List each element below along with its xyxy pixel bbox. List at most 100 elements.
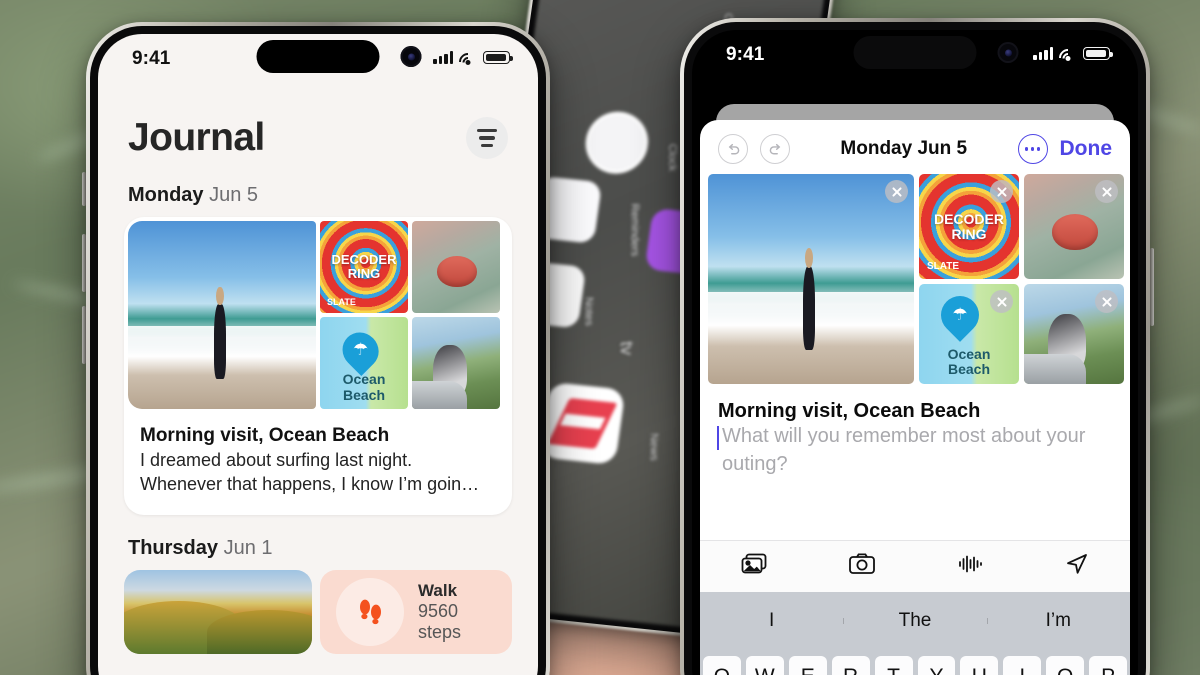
entry-text-editor[interactable]: Morning visit, Ocean Beach What will you… <box>700 384 1130 478</box>
entry-photo-grid: DECODER RING SLATE ☂ Ocean Beach <box>124 217 512 413</box>
decoder-ring-podcast-art[interactable]: DECODER RING SLATE <box>320 221 408 313</box>
front-camera <box>400 46 422 67</box>
entry-title[interactable]: Morning visit, Ocean Beach <box>718 400 1112 423</box>
key-p[interactable]: P <box>1089 656 1128 675</box>
podcast-title-line2: RING <box>347 266 381 281</box>
redo-icon[interactable] <box>760 134 790 164</box>
scallop-shell-photo[interactable] <box>1024 174 1124 279</box>
close-icon[interactable] <box>885 180 908 203</box>
podcast-title-line2: RING <box>951 225 987 242</box>
right-phone: 9:41 Monday Jun 5 Done DECODER RING SLAT… <box>680 18 1154 675</box>
suggestion-chip[interactable]: The <box>843 610 986 632</box>
screenshot-stage: Clock Reminders Notes tv News Mail Camer… <box>0 0 1200 675</box>
key-i[interactable]: I <box>1003 656 1042 675</box>
entry-title: Morning visit, Ocean Beach <box>140 425 390 446</box>
close-icon[interactable] <box>1095 290 1118 313</box>
journal-editor-screen: 9:41 Monday Jun 5 Done DECODER RING SLAT… <box>692 30 1138 675</box>
cellular-bars-icon <box>433 51 453 64</box>
section-date: Jun 5 <box>209 184 259 206</box>
location-button[interactable] <box>1064 552 1090 581</box>
section-day: Monday <box>128 184 204 206</box>
battery-icon <box>1083 47 1113 60</box>
dog-in-car-photo[interactable] <box>1024 284 1124 384</box>
text-caret <box>717 426 720 450</box>
app-label: News <box>647 433 660 461</box>
filter-icon[interactable] <box>466 117 508 159</box>
dynamic-island <box>853 36 1019 69</box>
camera-button[interactable] <box>848 552 876 581</box>
editor-date-title: Monday Jun 5 <box>840 138 968 159</box>
undo-icon[interactable] <box>718 134 748 164</box>
podcast-title-line1: DECODER <box>933 210 1004 227</box>
beach-umbrella-icon: ☂ <box>335 324 386 376</box>
attachment-grid: DECODER RING SLATE ☂ Ocean Beach <box>700 174 1130 384</box>
keyboard-suggestion-bar: I The I’m <box>700 592 1130 650</box>
close-icon[interactable] <box>990 180 1013 203</box>
entry-text-block: Morning visit, Ocean Beach I dreamed abo… <box>124 413 512 515</box>
journal-entry-card[interactable]: Walk 9560 steps <box>124 569 512 654</box>
beach-surfer-photo[interactable] <box>128 221 316 409</box>
key-y[interactable]: Y <box>917 656 956 675</box>
suggestion-chip[interactable]: I’m <box>986 610 1130 632</box>
key-o[interactable]: O <box>1046 656 1085 675</box>
section-day: Thursday <box>128 536 219 559</box>
editor-actions: Done <box>1017 134 1113 164</box>
beach-umbrella-icon: ☂ <box>933 288 987 342</box>
workout-detail: 9560 steps <box>418 600 462 642</box>
journal-entry-card[interactable]: DECODER RING SLATE ☂ Ocean Beach Morning… <box>124 217 512 515</box>
left-phone: 9:41 Journal Monday Jun 5 DECODER RING S… <box>82 22 550 675</box>
status-time: 9:41 <box>132 48 171 69</box>
app-label: Clock <box>666 143 679 172</box>
editor-toolbar <box>700 540 1130 592</box>
close-icon[interactable] <box>1095 180 1118 203</box>
status-bar: 9:41 <box>692 30 1138 86</box>
beach-surfer-photo[interactable] <box>708 174 914 384</box>
poppy-hills-photo[interactable] <box>124 569 312 654</box>
news-icon[interactable] <box>539 381 626 466</box>
entry-body-line-2: Whenever that happens, I know I’m goin… <box>140 473 480 494</box>
close-icon[interactable] <box>990 290 1013 313</box>
section-date: Jun 1 <box>223 536 273 559</box>
section-header-thursday: Thursday Jun 1 <box>98 515 538 570</box>
podcast-title-line1: DECODER <box>331 252 397 268</box>
key-w[interactable]: W <box>745 656 784 675</box>
editor-history-controls <box>718 134 790 164</box>
status-bar: 9:41 <box>98 34 538 90</box>
keyboard-top-row: Q W E R T Y U I O P <box>702 656 1128 675</box>
front-camera <box>997 42 1019 63</box>
podcast-publisher: SLATE <box>927 260 960 272</box>
entry-body-line-1: I dreamed about surfing last night. <box>140 450 413 470</box>
map-label: Ocean Beach <box>342 371 386 403</box>
dynamic-island <box>256 40 422 73</box>
decoder-ring-podcast-art[interactable]: DECODER RING SLATE <box>919 174 1019 279</box>
key-u[interactable]: U <box>960 656 999 675</box>
footsteps-icon <box>336 577 404 646</box>
ocean-beach-map-tile[interactable]: ☂ Ocean Beach <box>320 317 408 409</box>
workout-text: Walk 9560 steps <box>418 581 496 643</box>
ocean-beach-map-tile[interactable]: ☂ Ocean Beach <box>919 284 1019 384</box>
key-r[interactable]: R <box>831 656 870 675</box>
cellular-bars-icon <box>1033 47 1053 60</box>
wifi-icon <box>455 49 481 75</box>
ellipsis-icon[interactable] <box>1017 134 1048 164</box>
key-q[interactable]: Q <box>702 656 741 675</box>
entry-editor-sheet: Monday Jun 5 Done DECODER RING SLATE ☂ O… <box>700 120 1130 675</box>
key-e[interactable]: E <box>788 656 827 675</box>
audio-button[interactable] <box>956 552 984 581</box>
dog-in-car-photo[interactable] <box>412 317 500 409</box>
workout-walk-card[interactable]: Walk 9560 steps <box>320 569 512 654</box>
done-button[interactable]: Done <box>1060 137 1113 161</box>
photos-button[interactable] <box>740 552 768 581</box>
suggestion-chip[interactable]: I <box>700 610 843 632</box>
journal-app-screen: 9:41 Journal Monday Jun 5 DECODER RING S… <box>98 34 538 675</box>
page-title: Journal <box>128 116 265 159</box>
key-t[interactable]: T <box>874 656 913 675</box>
power-button[interactable] <box>1150 248 1154 326</box>
app-label: Notes <box>582 297 595 327</box>
scallop-shell-photo[interactable] <box>412 221 500 313</box>
wifi-icon <box>1055 45 1081 71</box>
entry-body-placeholder[interactable]: What will you remember most about your o… <box>717 423 1112 478</box>
section-header-monday: Monday Jun 5 <box>98 160 538 217</box>
on-screen-keyboard: Q W E R T Y U I O P <box>700 650 1130 675</box>
map-label: Ocean Beach <box>947 345 991 378</box>
